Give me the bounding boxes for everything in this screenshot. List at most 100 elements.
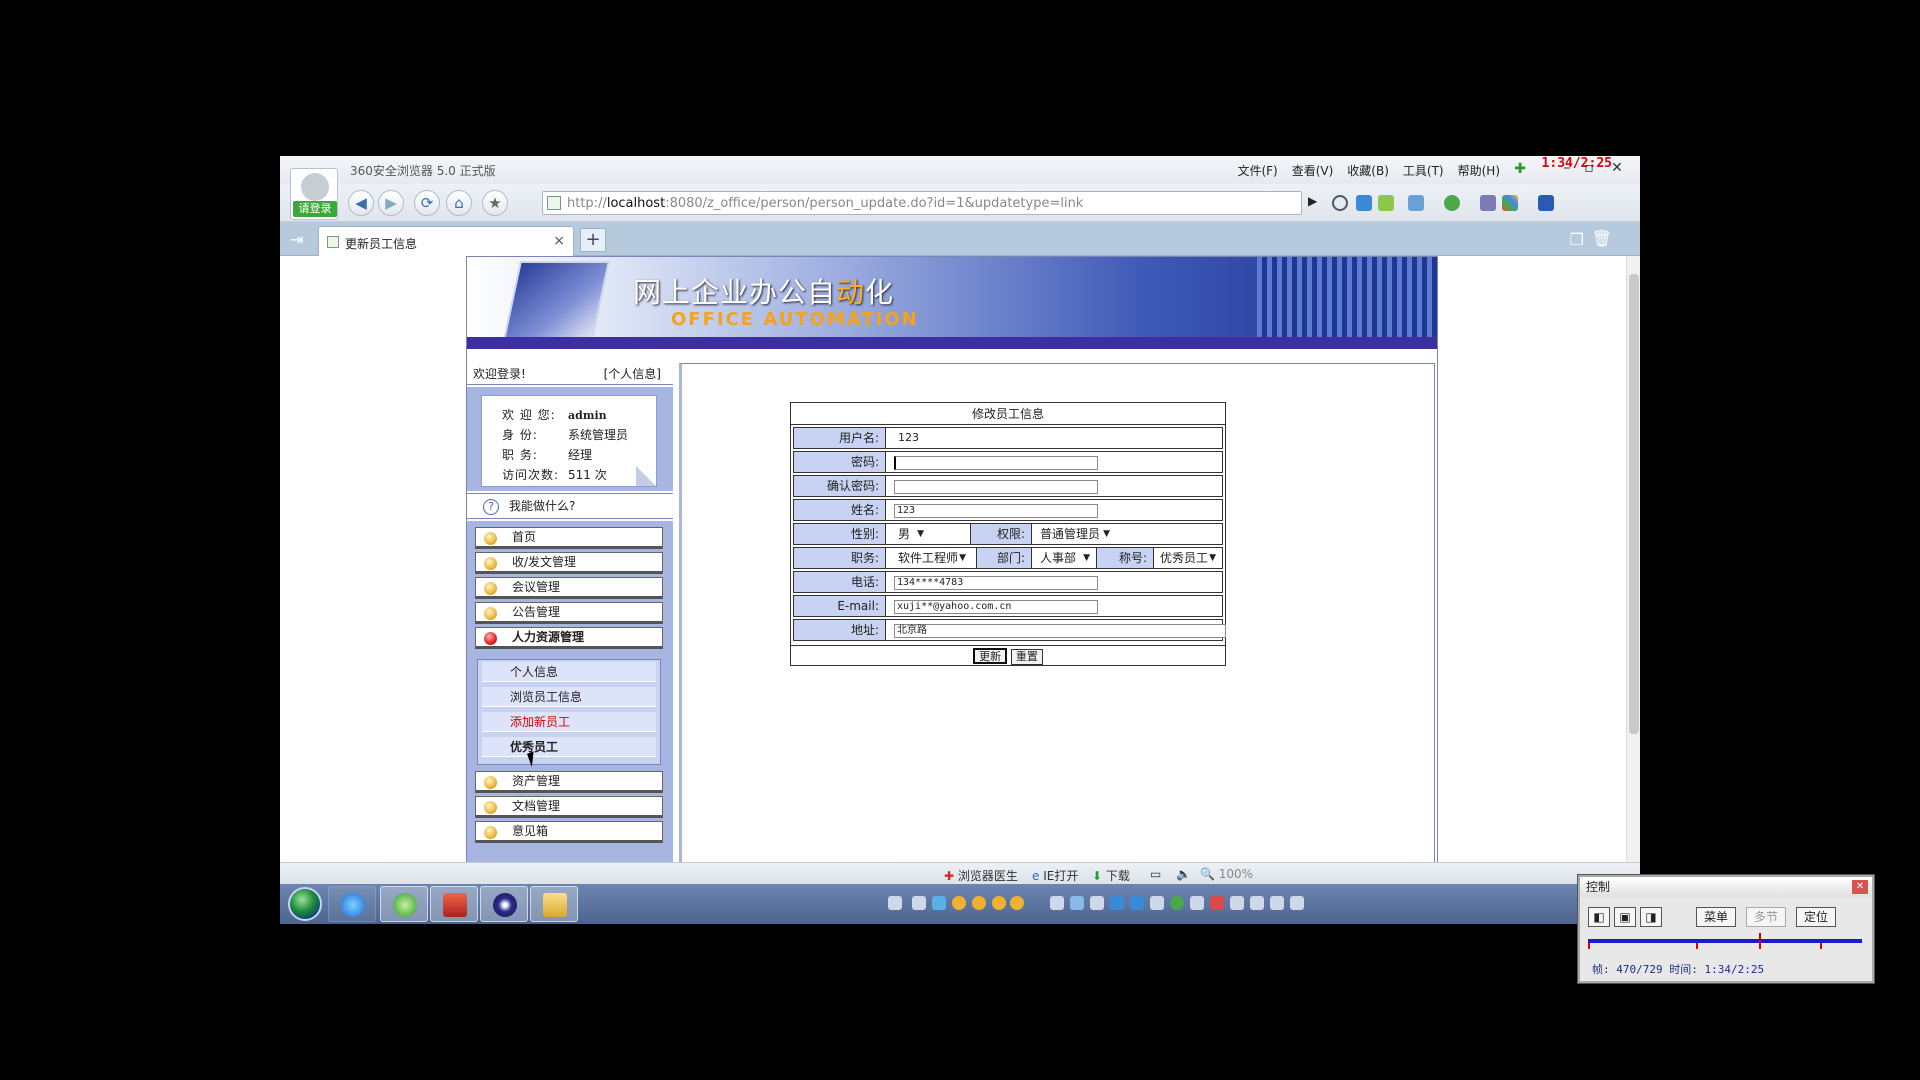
help-bar[interactable]: ? 我能做什么?: [467, 493, 673, 519]
taskbar-toolbox[interactable]: [430, 886, 478, 922]
window-icon[interactable]: ▭: [1150, 867, 1161, 881]
minimize-icon[interactable]: –: [1558, 160, 1576, 178]
submenu-browse-employees[interactable]: 浏览员工信息: [482, 687, 656, 707]
menu-item-archive[interactable]: 文档管理: [475, 796, 663, 818]
locate-button[interactable]: 定位: [1796, 907, 1836, 927]
menu-item-meetings[interactable]: 会议管理: [475, 577, 663, 599]
reset-button[interactable]: 重置: [1010, 649, 1043, 665]
home-button[interactable]: ⌂: [446, 190, 472, 216]
honor-select[interactable]: 优秀员工 ▼: [1156, 550, 1220, 567]
personal-info-link[interactable]: [个人信息]: [604, 363, 661, 385]
zoom-control[interactable]: 🔍 100%: [1200, 867, 1253, 881]
password-input[interactable]: [894, 456, 1098, 470]
translate-icon[interactable]: [1444, 195, 1460, 211]
close-icon[interactable]: ✕: [1852, 880, 1868, 894]
dept-select[interactable]: 人事部 ▼: [1036, 550, 1094, 567]
phone-input[interactable]: 134****4783: [894, 576, 1098, 590]
tray-bird-icon[interactable]: [932, 896, 946, 910]
menu-item-home[interactable]: 首页: [475, 527, 663, 549]
sidebar-toggle-icon[interactable]: ⇥: [290, 230, 303, 249]
tray-volume-icon[interactable]: [1290, 896, 1304, 910]
tray-app-icon[interactable]: [1190, 896, 1204, 910]
tray-app-icon[interactable]: [1210, 896, 1224, 910]
close-icon[interactable]: ×: [553, 233, 565, 249]
menu-button[interactable]: 菜单: [1696, 907, 1736, 927]
download-button[interactable]: ⬇ 下载: [1092, 867, 1130, 884]
login-avatar[interactable]: 请登录: [290, 168, 338, 220]
tray-flag-icon[interactable]: [1230, 896, 1244, 910]
trash-icon[interactable]: 🗑: [1592, 229, 1612, 248]
prev-frame-button[interactable]: ◧: [1588, 907, 1610, 927]
position-select[interactable]: 软件工程师 ▼: [894, 550, 970, 567]
restore-tab-icon[interactable]: ❐: [1570, 230, 1584, 249]
confirm-password-input[interactable]: [894, 480, 1098, 494]
ie-open-button[interactable]: e IE打开: [1032, 867, 1078, 884]
tray-qq-icon[interactable]: [972, 896, 986, 910]
screenshot-icon[interactable]: [1408, 195, 1424, 211]
tray-note-icon[interactable]: [1150, 896, 1164, 910]
menu-help[interactable]: 帮助(H): [1458, 162, 1500, 179]
browser-doctor-button[interactable]: ✚ 浏览器医生: [944, 867, 1018, 884]
name-input[interactable]: 123: [894, 504, 1098, 518]
taskbar-eclipse[interactable]: [480, 886, 528, 922]
close-icon[interactable]: ✕: [1608, 160, 1626, 178]
tray-cloud-icon[interactable]: [1070, 896, 1084, 910]
go-icon[interactable]: ▶: [1308, 194, 1317, 208]
tray-shield-icon[interactable]: [1130, 896, 1144, 910]
new-tab-button[interactable]: +: [580, 228, 606, 252]
shirt-icon[interactable]: ✚: [1514, 161, 1526, 177]
video-icon[interactable]: [1538, 195, 1554, 211]
submenu-excellent-employee[interactable]: 优秀员工: [482, 737, 656, 757]
menu-item-notices[interactable]: 公告管理: [475, 602, 663, 624]
apps-icon[interactable]: [1502, 195, 1518, 211]
address-bar[interactable]: http://localhost:8080/z_office/person/pe…: [542, 191, 1553, 215]
gender-select[interactable]: 男 ▼: [894, 526, 928, 543]
maximize-icon[interactable]: ▫: [1580, 160, 1598, 178]
tray-app-icon[interactable]: [1050, 896, 1064, 910]
tray-qq-icon[interactable]: [992, 896, 1006, 910]
tray-qq-icon[interactable]: [1010, 896, 1024, 910]
menu-item-hr[interactable]: 人力资源管理: [475, 627, 663, 649]
menu-item-assets[interactable]: 资产管理: [475, 771, 663, 793]
menu-item-documents[interactable]: 收/发文管理: [475, 552, 663, 574]
menu-tools[interactable]: 工具(T): [1403, 162, 1444, 179]
wrench-icon[interactable]: [1480, 195, 1496, 211]
back-button[interactable]: ◀: [348, 190, 374, 216]
tab-update-employee[interactable]: 更新员工信息 ×: [318, 226, 574, 256]
refresh-button[interactable]: ⟳: [414, 190, 440, 216]
permission-select[interactable]: 普通管理员 ▼: [1036, 526, 1114, 543]
taskbar-360-browser[interactable]: [380, 886, 428, 922]
timeline-position-marker[interactable]: [1759, 933, 1761, 949]
menu-view[interactable]: 查看(V): [1292, 162, 1334, 179]
forward-button[interactable]: ▶: [378, 190, 404, 216]
tray-sync-icon[interactable]: [1170, 896, 1184, 910]
submenu-personal-info[interactable]: 个人信息: [482, 662, 656, 682]
tray-qq-icon[interactable]: [952, 896, 966, 910]
speaker-icon[interactable]: 🔈: [1176, 867, 1191, 881]
tray-camera-icon[interactable]: [1090, 896, 1104, 910]
scrollbar-thumb[interactable]: [1629, 274, 1639, 734]
tray-network-icon[interactable]: [1270, 896, 1284, 910]
taskbar-ie[interactable]: [328, 886, 376, 922]
next-frame-button[interactable]: ◨: [1640, 907, 1662, 927]
favorite-star-button[interactable]: ★: [482, 190, 508, 216]
shield-icon[interactable]: [1332, 195, 1348, 211]
address-input[interactable]: 北京路: [894, 624, 1226, 638]
menu-file[interactable]: 文件(F): [1237, 162, 1277, 179]
grid-icon[interactable]: [1378, 195, 1394, 211]
multi-section-button[interactable]: 多节: [1746, 907, 1786, 927]
stop-button[interactable]: ▣: [1614, 907, 1636, 927]
tray-security-icon[interactable]: [1110, 896, 1124, 910]
submenu-add-employee[interactable]: 添加新员工: [482, 712, 656, 732]
tray-lang-icon[interactable]: [912, 896, 926, 910]
menu-item-feedback[interactable]: 意见箱: [475, 821, 663, 843]
tray-device-icon[interactable]: [1250, 896, 1264, 910]
update-button[interactable]: 更新: [973, 648, 1008, 664]
start-button[interactable]: [288, 887, 322, 921]
taskbar-explorer[interactable]: [530, 886, 578, 922]
cube-icon[interactable]: [1356, 195, 1372, 211]
menu-favorites[interactable]: 收藏(B): [1347, 162, 1389, 179]
vertical-scrollbar[interactable]: [1626, 256, 1640, 862]
email-input[interactable]: xuji**@yahoo.com.cn: [894, 600, 1098, 614]
tray-keyboard-icon[interactable]: [888, 896, 902, 910]
